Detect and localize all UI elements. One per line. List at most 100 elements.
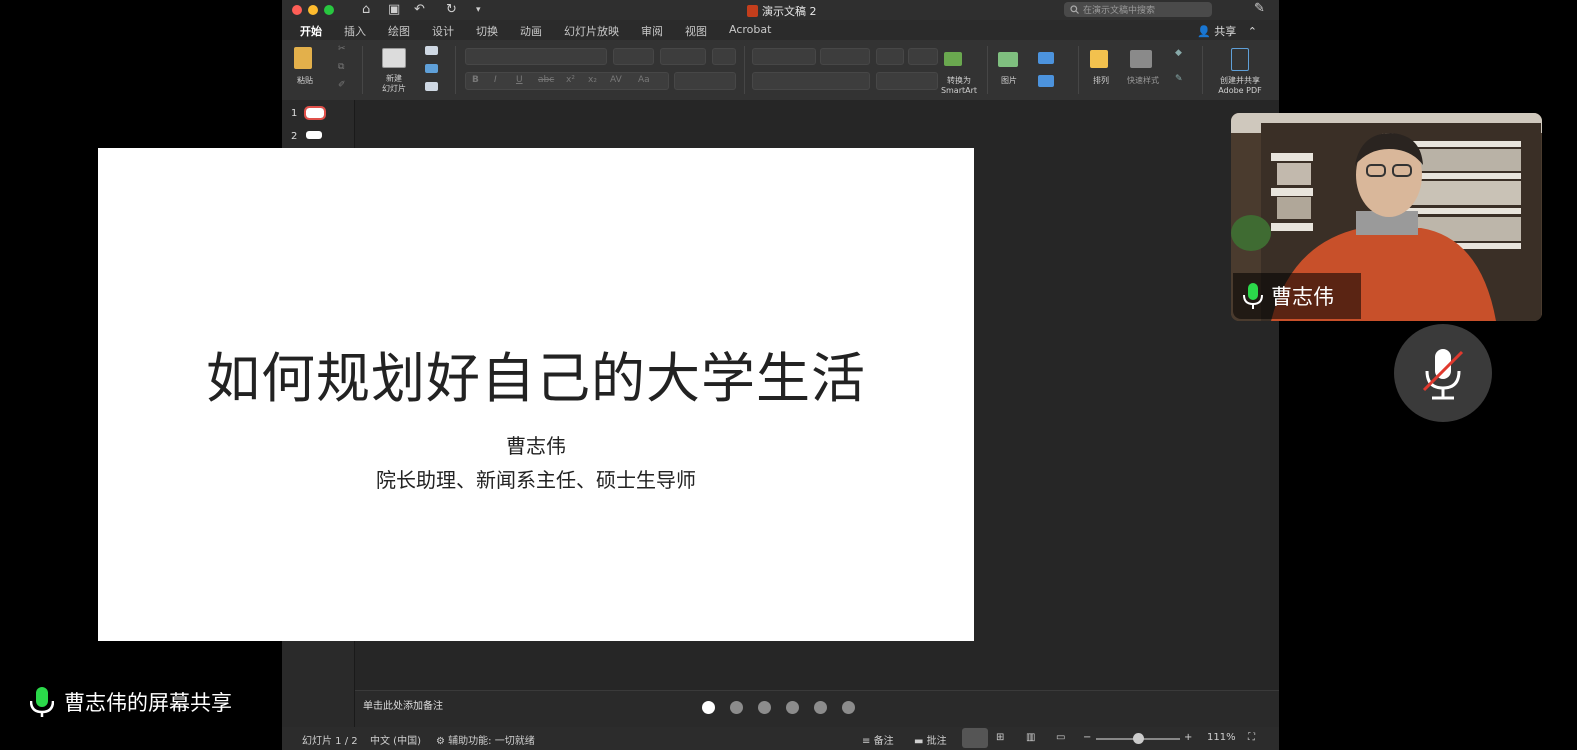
comment-icon: ▬ <box>914 736 924 747</box>
slide-author-role[interactable]: 院长助理、新闻系主任、硕士生导师 <box>98 464 974 493</box>
tab-home[interactable]: 开始 <box>300 23 322 39</box>
picture-label: 图片 <box>1001 76 1017 85</box>
search-icon <box>1070 5 1079 14</box>
font-style-buttons[interactable]: B I U abc x² x₂ AV Aa <box>465 72 669 90</box>
accessibility-status[interactable]: ⚙ 辅助功能: 一切就绪 <box>436 732 535 747</box>
mute-toggle-button[interactable] <box>1394 324 1492 422</box>
microphone-active-icon <box>1243 283 1263 309</box>
slide-sorter-icon[interactable]: ⊞ <box>996 732 1004 743</box>
picture-icon[interactable] <box>998 52 1018 67</box>
subscript-icon[interactable]: x₂ <box>588 75 597 85</box>
save-icon[interactable]: ▣ <box>388 2 400 17</box>
document-title: 演示文稿 2 <box>747 3 817 19</box>
shapes-icon[interactable] <box>1038 52 1054 64</box>
page-dot[interactable] <box>702 701 715 714</box>
language-indicator[interactable]: 中文 (中国) <box>370 732 421 747</box>
new-slide-label-line2: 幻灯片 <box>382 84 406 93</box>
tab-acrobat[interactable]: Acrobat <box>729 23 771 36</box>
zoom-slider-handle[interactable] <box>1133 733 1144 744</box>
page-dot[interactable] <box>786 701 799 714</box>
share-button[interactable]: 👤 共享 ⌃ <box>1197 23 1257 39</box>
slide[interactable]: 如何规划好自己的大学生活 曹志伟 院长助理、新闻系主任、硕士生导师 <box>98 148 974 641</box>
adobe-pdf-icon[interactable] <box>1231 48 1249 71</box>
outline-icon[interactable]: ✎ <box>1175 74 1183 84</box>
slide-author[interactable]: 曹志伟 <box>98 430 974 459</box>
line-spacing-button[interactable] <box>876 48 904 65</box>
reading-view-icon[interactable]: ▥ <box>1026 732 1035 743</box>
normal-view-button[interactable] <box>962 728 988 748</box>
page-dot[interactable] <box>842 701 855 714</box>
font-size-adjust-buttons[interactable] <box>660 48 706 65</box>
copy-icon[interactable]: ⧉ <box>338 62 344 72</box>
ribbon-tabs: 开始 插入 绘图 设计 切换 动画 幻灯片放映 审阅 视图 Acrobat 👤 … <box>282 20 1279 40</box>
home-icon[interactable]: ⌂ <box>362 2 370 17</box>
notes-icon: ≡ <box>862 736 871 747</box>
quick-styles-icon[interactable] <box>1130 50 1152 68</box>
arrange-icon[interactable] <box>1090 50 1108 68</box>
italic-icon[interactable]: I <box>494 75 497 85</box>
tab-draw[interactable]: 绘图 <box>388 23 410 39</box>
section-icon[interactable] <box>425 82 438 91</box>
smartart-icon[interactable] <box>944 52 962 66</box>
underline-icon[interactable]: U <box>516 75 523 85</box>
zoom-window-button[interactable] <box>324 5 334 15</box>
bold-icon[interactable]: B <box>472 75 479 85</box>
page-indicator <box>702 701 855 714</box>
format-painter-icon[interactable]: ✐ <box>338 80 346 90</box>
thumbnail-number: 1 <box>291 108 298 119</box>
add-person-icon: 👤 <box>1197 25 1211 38</box>
tab-review[interactable]: 审阅 <box>641 23 663 39</box>
tab-slideshow[interactable]: 幻灯片放映 <box>564 23 619 39</box>
clear-formatting-button[interactable] <box>712 48 736 65</box>
status-bar: 幻灯片 1 / 2 中文 (中国) ⚙ 辅助功能: 一切就绪 ≡ 备注 ▬ 批注… <box>282 727 1279 750</box>
zoom-level[interactable]: 111% <box>1207 732 1236 743</box>
font-color-buttons[interactable] <box>674 72 736 90</box>
accessibility-text: 辅助功能: 一切就绪 <box>448 736 535 747</box>
comments-toggle[interactable]: ▬ 批注 <box>914 732 947 747</box>
slide-thumbnail-2[interactable] <box>306 131 322 139</box>
page-dot[interactable] <box>814 701 827 714</box>
tab-design[interactable]: 设计 <box>432 23 454 39</box>
indent-buttons[interactable] <box>820 48 870 65</box>
customize-toolbar-icon[interactable]: ▾ <box>476 5 481 15</box>
arrange-label: 排列 <box>1093 76 1109 85</box>
fill-icon[interactable]: ◆ <box>1175 48 1182 58</box>
tab-view[interactable]: 视图 <box>685 23 707 39</box>
font-size-select[interactable] <box>613 48 654 65</box>
text-box-icon[interactable] <box>1038 75 1054 87</box>
columns-button[interactable] <box>908 48 938 65</box>
slideshow-view-icon[interactable]: ▭ <box>1056 732 1065 743</box>
fit-to-window-icon[interactable]: ⛶ <box>1248 732 1255 743</box>
search-box[interactable]: 在演示文稿中搜索 <box>1064 2 1212 17</box>
page-dot[interactable] <box>758 701 771 714</box>
superscript-icon[interactable]: x² <box>566 75 575 85</box>
change-case-icon[interactable]: Aa <box>638 75 650 85</box>
zoom-in-button[interactable]: + <box>1184 732 1192 743</box>
new-slide-icon[interactable] <box>382 48 406 68</box>
slide-title[interactable]: 如何规划好自己的大学生活 <box>98 334 974 413</box>
minimize-window-button[interactable] <box>308 5 318 15</box>
reset-icon[interactable] <box>425 64 438 73</box>
layout-icon[interactable] <box>425 46 438 55</box>
redo-icon[interactable]: ↻ <box>446 2 457 17</box>
cut-icon[interactable]: ✂ <box>338 44 346 54</box>
undo-icon[interactable]: ↶ <box>414 2 425 17</box>
powerpoint-doc-icon <box>747 5 758 17</box>
strikethrough-icon[interactable]: abc <box>538 75 554 85</box>
text-direction-buttons[interactable] <box>876 72 938 90</box>
paste-icon[interactable] <box>294 47 312 69</box>
feedback-icon[interactable]: ✎ <box>1254 1 1265 16</box>
page-dot[interactable] <box>730 701 743 714</box>
tab-insert[interactable]: 插入 <box>344 23 366 39</box>
close-window-button[interactable] <box>292 5 302 15</box>
zoom-out-button[interactable]: − <box>1083 732 1091 743</box>
notes-toggle[interactable]: ≡ 备注 <box>862 732 894 747</box>
list-buttons[interactable] <box>752 48 816 65</box>
tab-animations[interactable]: 动画 <box>520 23 542 39</box>
separator <box>1078 46 1079 94</box>
font-family-select[interactable] <box>465 48 607 65</box>
slide-thumbnail-1[interactable] <box>304 106 326 120</box>
char-spacing-icon[interactable]: AV <box>610 75 622 85</box>
tab-transitions[interactable]: 切换 <box>476 23 498 39</box>
align-buttons[interactable] <box>752 72 870 90</box>
